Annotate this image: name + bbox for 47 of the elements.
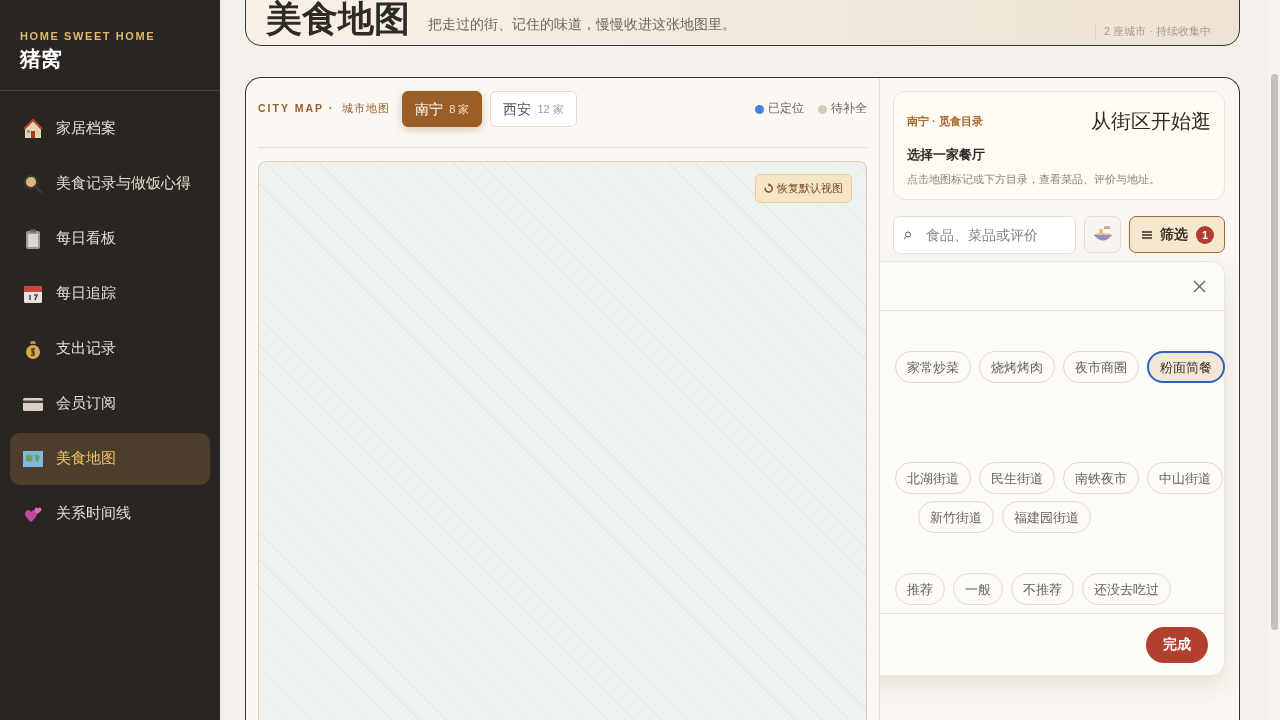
filter-chip[interactable]: 不推荐 [1011, 573, 1074, 606]
sidebar-item[interactable]: 每日看板 [10, 212, 210, 265]
city-tab[interactable]: 南宁 8 家 [402, 91, 483, 127]
legend-label: 已定位 [768, 101, 804, 117]
magnifier-icon [22, 172, 44, 195]
menu-icon [1142, 230, 1152, 239]
filter-chip[interactable]: 新竹街道 [918, 501, 994, 534]
legend-label: 待补全 [831, 101, 867, 117]
sidebar-item[interactable]: 每日追踪 [10, 267, 210, 320]
filter-chip[interactable]: 南铁夜市 [1063, 462, 1139, 495]
city-tab[interactable]: 西安 12 家 [490, 91, 577, 127]
count-badge: 1 [1196, 225, 1214, 244]
sidebar-item[interactable]: 美食记录与做饭心得 [10, 157, 210, 210]
filter-chip[interactable]: 民生街道 [979, 462, 1055, 495]
sidebar-item[interactable]: 美食地图 [10, 432, 210, 485]
filter-chip[interactable]: 烧烤烤肉 [979, 351, 1055, 384]
page-subtitle: 把走过的街、记住的味道，慢慢收进这张地图里。 [428, 15, 736, 34]
filter-chip[interactable]: 福建园街道 [1002, 501, 1091, 534]
card-heading: 选择一家餐厅 [907, 146, 986, 164]
card-eyebrow: 南宁 · 觅食目录 [907, 113, 983, 129]
brand-title: 猪窝 [20, 45, 63, 72]
refresh-icon [764, 183, 773, 194]
sidebar-item[interactable]: 支出记录 [10, 322, 210, 375]
section-subtitle: 城市地图 [342, 101, 391, 117]
card-hint: 点击地图标记或下方目录，查看菜品、评价与地址。 [907, 171, 1161, 187]
filter-chip[interactable]: 推荐 [895, 573, 945, 606]
sidebar-item[interactable]: 关系时间线 [10, 487, 210, 540]
noodle-bowl-button[interactable] [1084, 216, 1121, 254]
filter-chip[interactable]: 粉面简餐 [1147, 351, 1225, 384]
filter-chip[interactable]: 家常炒菜 [895, 351, 971, 384]
house-icon [22, 117, 44, 140]
map-canvas[interactable]: 恢复默认视图 [258, 161, 867, 720]
brand-eyebrow: HOME SWEET HOME [20, 29, 157, 44]
filter-chip[interactable]: 中山街道 [1147, 462, 1223, 495]
done-button[interactable]: 完成 [1146, 626, 1208, 663]
filter-chip[interactable]: 夜市商圈 [1063, 351, 1139, 384]
sidebar-item[interactable]: 会员订阅 [10, 377, 210, 430]
search-field[interactable]: 食品、菜品或评价 [893, 216, 1076, 255]
filter-button[interactable]: 筛选 1 [1129, 216, 1225, 254]
reset-view-button[interactable]: 恢复默认视图 [755, 174, 852, 203]
sidebar-item[interactable]: 家居档案 [10, 102, 210, 155]
section-eyebrow: CITY MAP · [258, 101, 335, 117]
filter-chip[interactable]: 北湖街道 [895, 462, 971, 495]
card-title: 从街区开始逛 [1091, 109, 1211, 134]
filter-chip[interactable]: 还没去吃过 [1082, 573, 1171, 606]
city-count-note: 2 座城市 · 持续收集中 [1095, 22, 1211, 39]
filter-chip[interactable]: 一般 [953, 573, 1003, 606]
